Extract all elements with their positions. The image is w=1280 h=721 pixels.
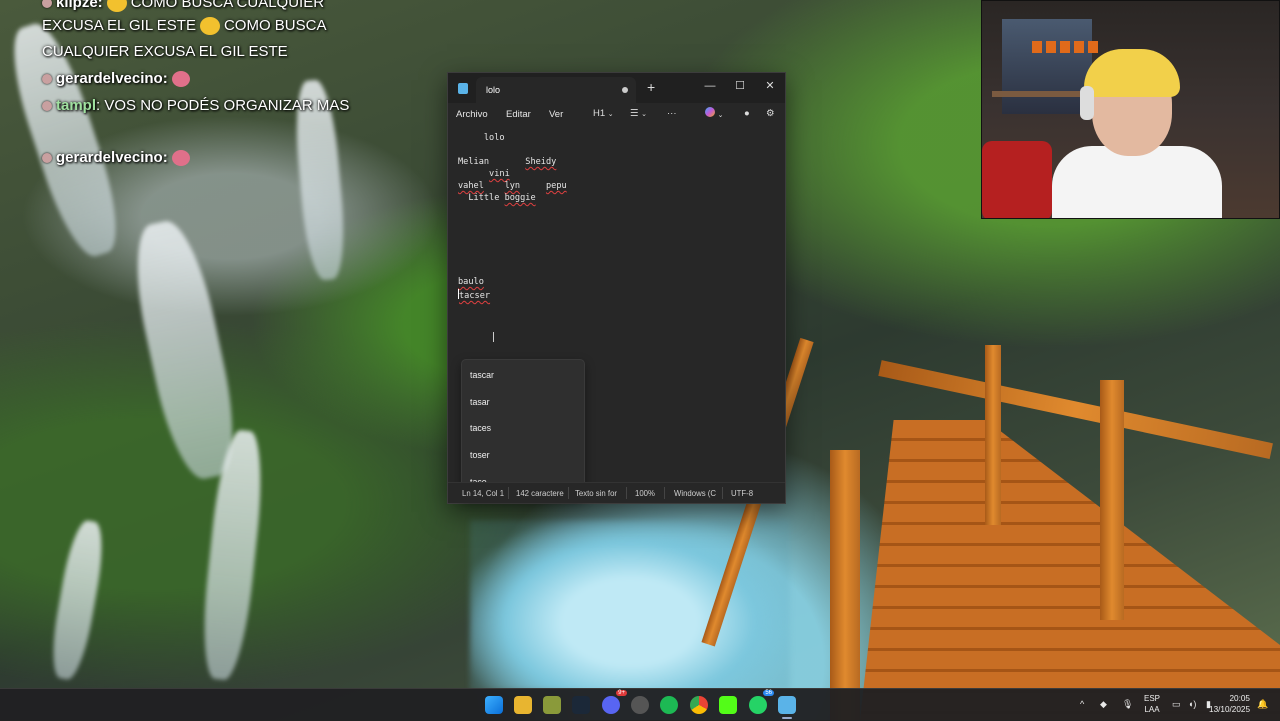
user-badge-icon xyxy=(42,74,52,85)
user-badge-icon xyxy=(42,101,52,112)
list-icon: ☰ xyxy=(630,108,639,119)
editor-line: lolo xyxy=(458,133,505,143)
tab-title: lolo xyxy=(486,85,501,95)
volume-icon[interactable]: ◖) xyxy=(1188,699,1196,709)
defender-icon[interactable]: ◆ xyxy=(1100,699,1107,710)
language-indicator[interactable]: ESP LAA xyxy=(1144,693,1160,715)
chrome-icon[interactable] xyxy=(690,696,708,714)
chat-message: tampl: VOS NO PODÉS ORGANIZAR MAS xyxy=(42,97,349,114)
ibeam-cursor-icon xyxy=(493,332,494,342)
menu-bar: Archivo Editar Ver H1 ⌄ ☰ ⌄ ··· ⌄ ● ⚙ xyxy=(448,103,785,129)
system-clock[interactable]: 20:05 13/10/2025 xyxy=(1209,693,1250,715)
suggestion-item[interactable]: tasar xyxy=(470,397,490,407)
account-icon[interactable]: ● xyxy=(744,108,750,119)
suggestion-item[interactable]: taces xyxy=(470,423,491,433)
heart-emote-icon xyxy=(171,71,190,88)
discord-badge: 9+ xyxy=(616,690,627,696)
chat-username: gerardelvecino: xyxy=(56,70,168,87)
crying-emote-icon xyxy=(199,17,220,36)
notification-bell-icon[interactable]: 🔔 xyxy=(1257,699,1268,710)
user-badge-icon xyxy=(42,153,52,164)
active-indicator xyxy=(782,717,792,719)
chat-text: COMO BUSCA CUALQUIER xyxy=(130,0,325,11)
text-editor[interactable]: lolo Melian Sheidy vini vahel lyn pepu L… xyxy=(458,131,778,497)
text-format[interactable]: Texto sin for xyxy=(575,489,619,498)
status-bar: Ln 14, Col 1 142 caractere Texto sin for… xyxy=(448,482,785,503)
editor-line: Melian Sheidy xyxy=(458,157,557,167)
whatsapp-icon[interactable]: 56 xyxy=(749,690,774,714)
notepad-window: lolo + — ☐ ✕ Archivo Editar Ver H1 ⌄ ☰ ⌄… xyxy=(447,72,786,504)
network-icon[interactable]: ▭ xyxy=(1172,699,1181,710)
steam-icon[interactable] xyxy=(572,696,590,714)
chat-username: tampl xyxy=(56,97,97,114)
menu-ver[interactable]: Ver xyxy=(549,109,563,120)
start-windows-icon[interactable] xyxy=(485,696,503,714)
chevron-down-icon: ⌄ xyxy=(607,111,614,118)
encoding[interactable]: UTF-8 xyxy=(731,489,753,498)
cursor-position[interactable]: Ln 14, Col 1 xyxy=(462,489,504,498)
spelling-suggestions-menu: tascar tasar taces toser tace xyxy=(461,359,585,497)
chat-text: : VOS NO PODÉS ORGANIZAR MAS xyxy=(96,97,350,114)
editor-line: Little boggie xyxy=(458,193,536,203)
file-explorer-icon[interactable] xyxy=(514,696,532,714)
editor-line: vahel lyn pepu xyxy=(458,181,567,191)
copilot-icon[interactable]: ⌄ xyxy=(705,107,724,120)
chat-message: CUALQUIER EXCUSA EL GIL ESTE xyxy=(42,43,288,60)
chat-username: gerardelvecino: xyxy=(56,149,168,166)
user-badge-icon xyxy=(42,0,52,9)
suggestion-item[interactable]: toser xyxy=(470,450,490,460)
chat-message: gerardelvecino: xyxy=(42,70,194,88)
chevron-down-icon: ⌄ xyxy=(641,111,648,118)
chat-message: klipze: COMO BUSCA CUALQUIER xyxy=(42,0,325,13)
obs-icon[interactable] xyxy=(631,696,649,714)
list-dropdown[interactable]: ☰ ⌄ xyxy=(630,108,647,119)
character-count: 142 caractere xyxy=(516,489,564,498)
notepad-app-icon xyxy=(458,83,468,94)
line-endings[interactable]: Windows (C xyxy=(674,489,720,498)
webcam-feed xyxy=(981,0,1280,219)
spotify-icon[interactable] xyxy=(660,696,678,714)
whatsapp-badge: 56 xyxy=(763,690,774,696)
more-options-button[interactable]: ··· xyxy=(667,108,677,119)
maximize-button[interactable]: ☐ xyxy=(726,76,754,96)
minimize-button[interactable]: — xyxy=(696,76,724,96)
chat-message: gerardelvecino: xyxy=(42,149,194,167)
title-bar[interactable]: lolo + — ☐ ✕ xyxy=(448,73,785,103)
editor-line: vini xyxy=(489,169,510,179)
microphone-icon[interactable]: 🎙 xyxy=(1122,699,1133,710)
tray-chevron-icon[interactable]: ^ xyxy=(1080,699,1084,709)
new-tab-button[interactable]: + xyxy=(647,79,655,95)
chat-username: klipze: xyxy=(56,0,103,11)
chat-message: EXCUSA EL GIL ESTE COMO BUSCA xyxy=(42,17,327,36)
suggestion-item[interactable]: tascar xyxy=(470,370,494,380)
editor-line-current: tacser xyxy=(458,289,491,301)
close-button[interactable]: ✕ xyxy=(756,76,784,96)
crying-emote-icon xyxy=(106,0,127,13)
tab-lolo[interactable]: lolo xyxy=(476,77,636,103)
heading-dropdown[interactable]: H1 ⌄ xyxy=(593,108,614,119)
chat-text: EXCUSA EL GIL ESTE xyxy=(42,17,196,34)
heart-emote-icon xyxy=(171,150,190,167)
discord-icon[interactable]: 9+ xyxy=(602,690,627,714)
editor-line: baulo xyxy=(458,277,484,287)
zoom-level[interactable]: 100% xyxy=(635,489,655,498)
menu-editar[interactable]: Editar xyxy=(506,109,531,120)
kick-icon[interactable] xyxy=(719,696,737,714)
taskbar: 9+ 56 ^ ◆ 🎙 ESP LAA ▭ ◖) ▮ 20:05 13/10/202… xyxy=(0,688,1280,721)
menu-archivo[interactable]: Archivo xyxy=(456,109,488,120)
notepad-taskbar-icon[interactable] xyxy=(778,696,796,714)
app-icon[interactable] xyxy=(543,696,561,714)
settings-gear-icon[interactable]: ⚙ xyxy=(766,108,775,119)
unsaved-dot-icon[interactable] xyxy=(622,87,628,93)
chat-text: CUALQUIER EXCUSA EL GIL ESTE xyxy=(42,43,288,60)
chat-text: COMO BUSCA xyxy=(223,17,327,34)
heading-label: H1 xyxy=(593,108,606,119)
